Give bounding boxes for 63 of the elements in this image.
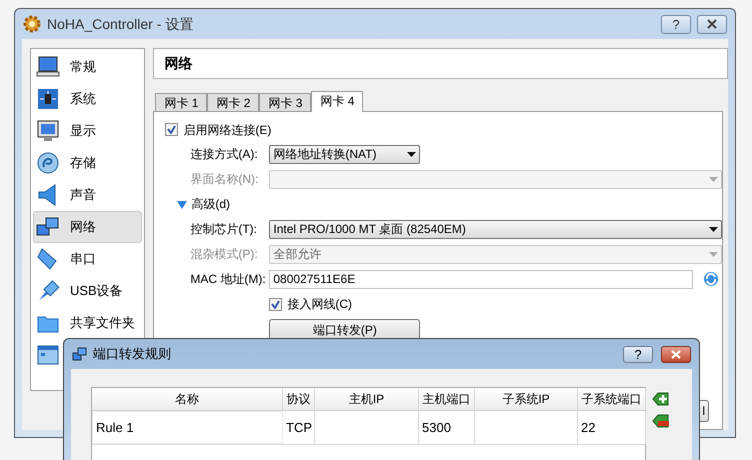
help-button[interactable]: ? [623, 346, 653, 362]
dropdown[interactable]: Intel PRO/1000 MT 桌面 (82540EM) [269, 220, 722, 238]
sidebar-item[interactable]: 系统 [33, 83, 142, 115]
disc-icon [36, 151, 60, 175]
add-icon [652, 391, 669, 407]
column-header[interactable]: 协议 [283, 388, 315, 410]
table-cell: 22 [578, 411, 646, 444]
advanced-toggle[interactable]: 高级(d) [191, 195, 230, 213]
column-header[interactable]: 主机端口 [419, 388, 475, 410]
checkbox-label: 接入网线(C) [287, 296, 352, 313]
sidebar-item[interactable]: 常规 [33, 51, 142, 83]
sidebar-item[interactable]: 共享文件夹 [33, 307, 142, 339]
display-icon [36, 119, 60, 143]
column-header[interactable]: 名称 [92, 388, 283, 410]
sidebar-item[interactable]: 存储 [33, 147, 142, 179]
tab[interactable]: 网卡 4 [311, 91, 364, 112]
table-cell: 5300 [419, 411, 475, 444]
close-button[interactable] [661, 346, 691, 362]
triangle-icon[interactable] [177, 200, 188, 208]
caret-icon [407, 152, 416, 156]
mac-address-field[interactable]: 080027511E6E [269, 270, 694, 288]
check-icon [167, 125, 176, 134]
field-label: 连接方式(A): [190, 146, 259, 163]
tab[interactable]: 网卡 1 [155, 93, 208, 111]
checkbox-label: 启用网络连接(E) [183, 122, 272, 138]
help-button[interactable]: ? [661, 14, 691, 34]
field-label: 混杂模式(P): [190, 246, 259, 263]
tab[interactable]: 网卡 3 [259, 93, 312, 111]
section-header: 网络 [153, 48, 728, 79]
chip-icon [36, 87, 60, 111]
field-label: 界面名称(N): [190, 171, 260, 188]
sidebar-item[interactable]: 声音 [33, 179, 142, 211]
column-header[interactable]: 子系统端口 [578, 388, 646, 410]
table-cell: Rule 1 [92, 411, 283, 444]
close-icon [670, 350, 682, 358]
sidebar-item[interactable]: 串口 [33, 243, 142, 275]
checkbox[interactable] [269, 298, 282, 310]
caret-icon [709, 226, 718, 232]
dropdown[interactable]: 网络地址转换(NAT) [269, 144, 420, 164]
table-cell: TCP [283, 411, 315, 444]
close-button[interactable] [697, 14, 727, 34]
field-label: MAC 地址(M): [190, 271, 267, 288]
monitor-icon [36, 55, 60, 79]
checkbox[interactable] [165, 123, 178, 136]
sidebar-item[interactable]: 网络 [33, 211, 142, 243]
window-title: NoHA_Controller - 设置 [47, 14, 194, 34]
refresh-icon [703, 271, 720, 287]
caret-icon [709, 176, 718, 182]
close-icon [706, 19, 718, 29]
window-icon[interactable] [36, 343, 60, 367]
usb-plug-icon [36, 279, 60, 303]
dialog-title: 端口转发规则 [93, 345, 172, 364]
tab[interactable]: 网卡 2 [207, 93, 260, 111]
sidebar-item[interactable]: USB设备 [33, 275, 142, 307]
gear-icon [23, 15, 41, 33]
column-header[interactable]: 子系统IP [475, 388, 578, 410]
network-icon [72, 346, 88, 362]
column-header[interactable]: 主机IP [315, 388, 419, 410]
sidebar-item[interactable]: 显示 [33, 115, 142, 147]
caret-icon [709, 252, 718, 256]
field-label: 控制芯片(T): [190, 221, 258, 238]
remove-icon [652, 413, 669, 429]
check-icon [271, 300, 280, 308]
